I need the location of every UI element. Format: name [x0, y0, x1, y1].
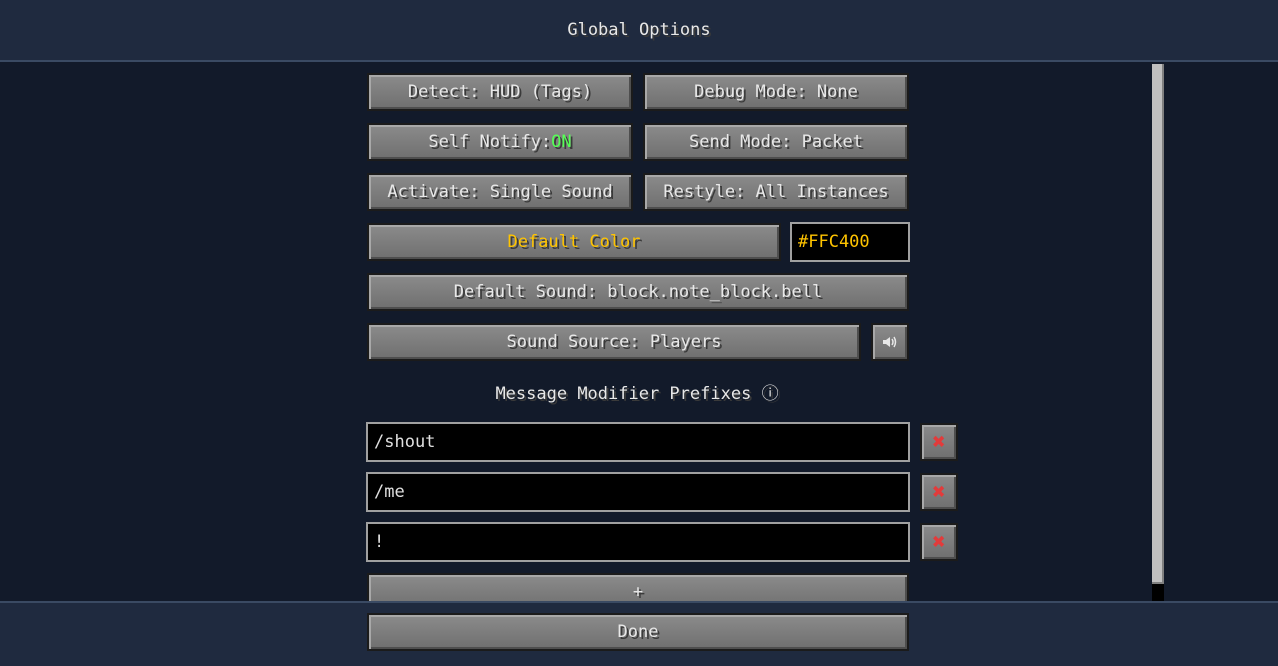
prefix-field[interactable]: /shout	[366, 422, 910, 462]
prefix-field[interactable]: /me	[366, 472, 910, 512]
self-notify-label: Self Notify:	[428, 132, 552, 152]
activate-button[interactable]: Activate: Single Sound	[367, 173, 633, 211]
close-icon: ✖	[932, 479, 946, 505]
remove-prefix-button[interactable]: ✖	[920, 423, 958, 461]
close-icon: ✖	[932, 529, 946, 555]
volume-button[interactable]	[871, 323, 909, 361]
detect-button[interactable]: Detect: HUD (Tags)	[367, 73, 633, 111]
close-icon: ✖	[932, 429, 946, 455]
speaker-icon	[883, 336, 897, 348]
page-title: Global Options	[567, 20, 711, 40]
done-button[interactable]: Done	[367, 613, 909, 651]
prefixes-heading: Message Modifier Prefixes ⓘ	[366, 379, 908, 404]
self-notify-value: ON	[551, 132, 572, 152]
remove-prefix-button[interactable]: ✖	[920, 473, 958, 511]
self-notify-button[interactable]: Self Notify: ON	[367, 123, 633, 161]
sound-source-button[interactable]: Sound Source: Players	[367, 323, 861, 361]
restyle-button[interactable]: Restyle: All Instances	[643, 173, 909, 211]
scrollbar-thumb[interactable]	[1152, 64, 1164, 584]
header: Global Options	[0, 0, 1278, 62]
debug-mode-button[interactable]: Debug Mode: None	[643, 73, 909, 111]
default-color-button[interactable]: Default Color	[367, 223, 781, 261]
default-sound-button[interactable]: Default Sound: block.note_block.bell	[367, 273, 909, 311]
info-icon[interactable]: ⓘ	[762, 384, 779, 404]
default-color-field[interactable]: #FFC400	[790, 222, 910, 262]
prefix-field[interactable]: !	[366, 522, 910, 562]
prefixes-heading-text: Message Modifier Prefixes	[495, 384, 752, 404]
remove-prefix-button[interactable]: ✖	[920, 523, 958, 561]
send-mode-button[interactable]: Send Mode: Packet	[643, 123, 909, 161]
